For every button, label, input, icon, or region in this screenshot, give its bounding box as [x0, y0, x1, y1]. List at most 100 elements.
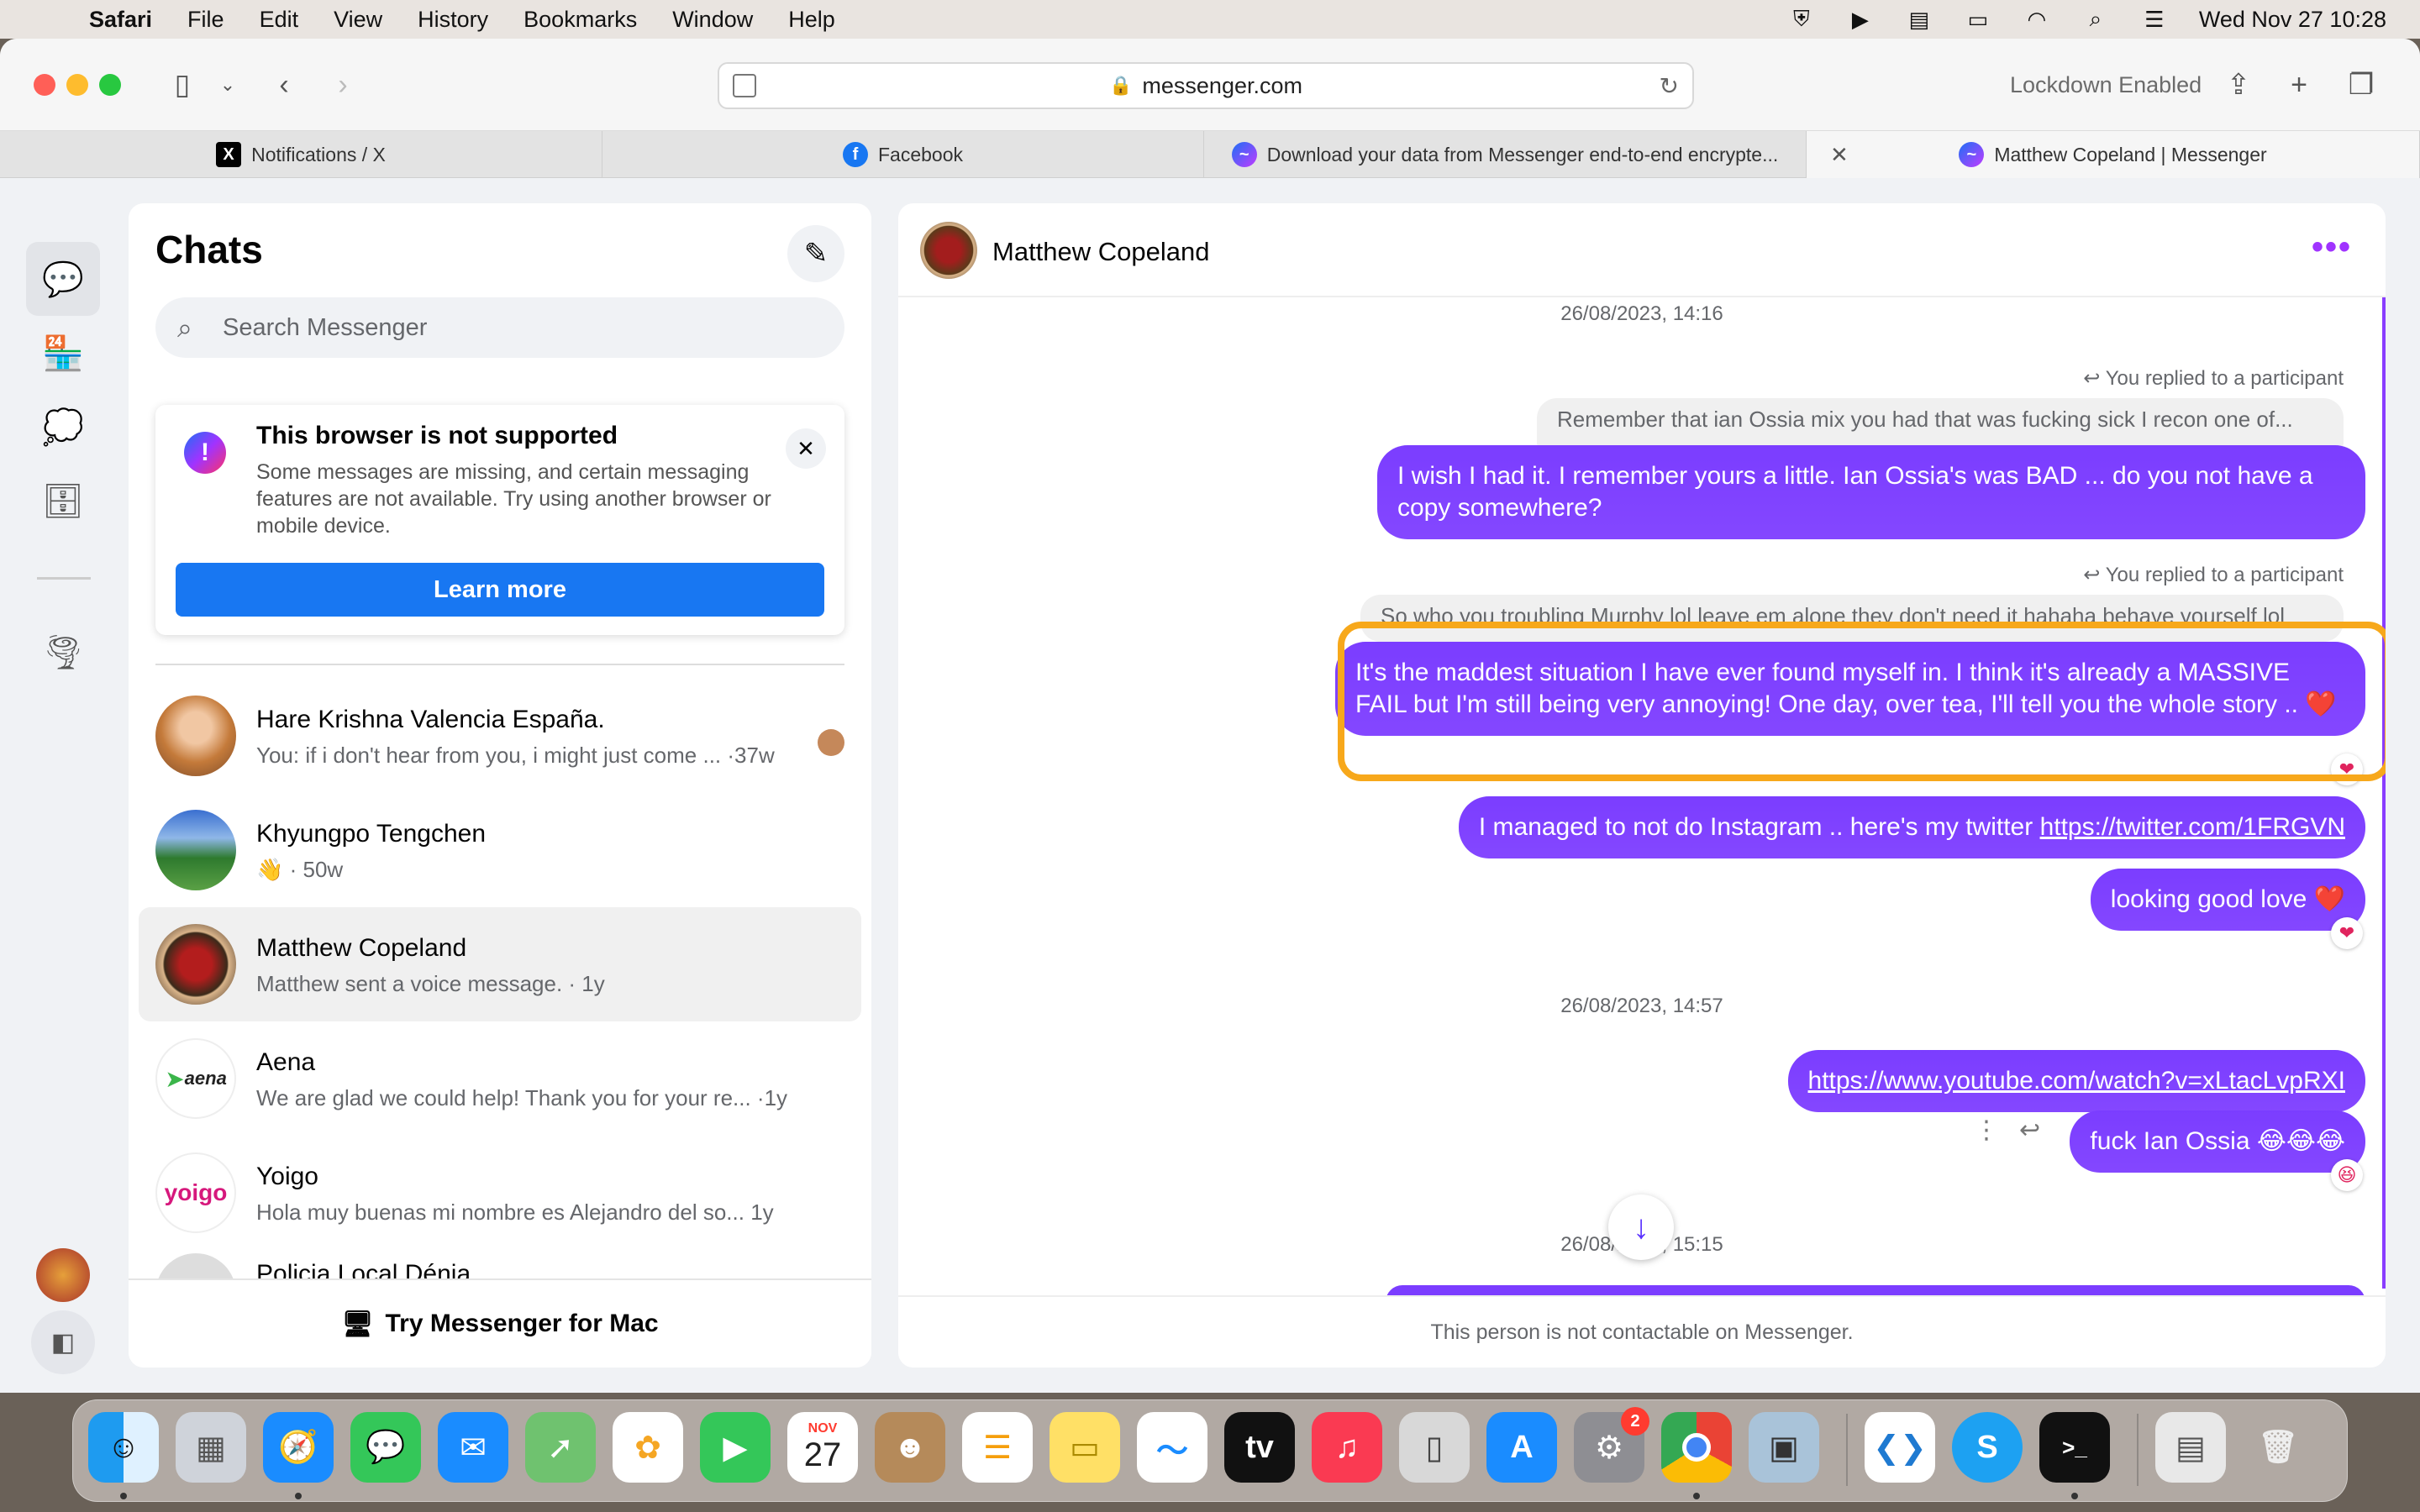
menu-edit[interactable]: Edit [260, 7, 299, 33]
terminal-app-icon[interactable]: >_ [2039, 1412, 2110, 1483]
chevron-down-icon[interactable]: ⌄ [215, 64, 240, 106]
menu-bookmarks[interactable]: Bookmarks [523, 7, 637, 33]
learn-more-button[interactable]: Learn more [176, 563, 824, 617]
contacts-app-icon[interactable]: ☻ [875, 1412, 945, 1483]
close-window-button[interactable] [34, 74, 55, 96]
twitter-link[interactable]: https://twitter.com/1FRGVN [2040, 813, 2345, 841]
new-message-icon[interactable]: ✎ [787, 225, 844, 282]
safari-app-icon[interactable]: 🧭 [263, 1412, 334, 1483]
collapse-sidebar-icon[interactable]: ◧ [31, 1310, 95, 1374]
new-tab-icon[interactable]: + [2282, 64, 2316, 106]
documents-stack-icon[interactable]: ▤ [2155, 1412, 2226, 1483]
app-store-app-icon[interactable]: A [1486, 1412, 1557, 1483]
menu-help[interactable]: Help [788, 7, 835, 33]
reminders-app-icon[interactable]: ☰ [962, 1412, 1033, 1483]
menu-history[interactable]: History [418, 7, 488, 33]
page-menu-icon[interactable] [733, 74, 756, 97]
skype-app-icon[interactable]: S [1952, 1412, 2023, 1483]
zoom-window-button[interactable] [99, 74, 121, 96]
tab-overview-icon[interactable]: ❐ [2343, 64, 2380, 106]
music-app-icon[interactable]: ♫ [1312, 1412, 1382, 1483]
timestamp: 26/08/2023, 14:16 [1560, 302, 1723, 325]
address-bar[interactable]: 🔒 messenger.com ↻ [718, 62, 1694, 109]
control-center-icon[interactable]: ☰ [2140, 7, 2169, 32]
avatar[interactable] [920, 222, 977, 279]
message-bubble[interactable]: I wish I had it. I remember yours a litt… [1377, 445, 2365, 539]
wifi-icon[interactable]: ◠ [2023, 7, 2051, 32]
notes-app-icon[interactable]: ▭ [1050, 1412, 1120, 1483]
unsupported-browser-notice: ! This browser is not supported Some mes… [155, 405, 844, 635]
preview-app-icon[interactable]: ▣ [1749, 1412, 1819, 1483]
laugh-reaction-icon[interactable]: 😆 [2331, 1159, 2363, 1191]
heart-reaction-icon[interactable]: ❤ [2331, 917, 2363, 949]
tab-x-notifications[interactable]: X Notifications / X [0, 131, 602, 178]
conversation-name[interactable]: Matthew Copeland [992, 237, 1210, 267]
message-more-icon[interactable]: ⋮ [1974, 1116, 1999, 1145]
more-options-icon[interactable]: ••• [2312, 228, 2352, 266]
list-item[interactable]: yoigo Yoigo Hola muy buenas mi nombre es… [139, 1136, 861, 1250]
trash-icon[interactable]: 🗑 [2243, 1412, 2313, 1483]
menu-file[interactable]: File [187, 7, 224, 33]
minimize-window-button[interactable] [66, 74, 88, 96]
search-input[interactable]: ⌕ Search Messenger [155, 297, 844, 358]
menu-clock[interactable]: Wed Nov 27 10:28 [2199, 7, 2386, 33]
facetime-app-icon[interactable]: ▶ [700, 1412, 771, 1483]
list-item[interactable]: Matthew Copeland Matthew sent a voice me… [139, 907, 861, 1021]
sidebar-toggle-icon[interactable]: ▯ [161, 64, 203, 106]
forward-button[interactable]: › [326, 64, 360, 106]
appletv-app-icon[interactable]: tv [1224, 1412, 1295, 1483]
menu-app-name[interactable]: Safari [89, 7, 152, 33]
maps-app-icon[interactable]: ➚ [525, 1412, 596, 1483]
calendar-app-icon[interactable]: NOV 27 [787, 1412, 858, 1483]
vpn-icon[interactable]: ⛨ [1787, 6, 1816, 31]
play-icon[interactable]: ▶ [1846, 7, 1875, 32]
requests-nav-icon[interactable]: 💭 [26, 390, 100, 464]
marketplace-nav-icon[interactable]: 🏪 [26, 316, 100, 390]
scrollbar[interactable] [2382, 297, 2386, 1289]
close-tab-icon[interactable]: ✕ [1830, 142, 1849, 168]
battery-icon[interactable]: ▭ [1964, 7, 1992, 32]
iphone-mirroring-app-icon[interactable]: ▯ [1399, 1412, 1470, 1483]
tab-matthew-messenger[interactable]: ✕ ~ Matthew Copeland | Messenger [1807, 131, 2420, 178]
memory-icon[interactable]: ▤ [1905, 7, 1933, 32]
profile-avatar[interactable] [26, 1238, 100, 1312]
reply-meta-text: You replied to a participant [2105, 367, 2344, 390]
list-item[interactable]: Hare Krishna Valencia España. You: if i … [139, 679, 861, 793]
chats-nav-icon[interactable]: 💬 [26, 242, 100, 316]
spotlight-search-icon[interactable]: ⌕ [2081, 6, 2110, 31]
message-bubble[interactable]: looking good love ❤️ [2090, 869, 2365, 931]
message-text: I managed to not do Instagram .. here's … [1478, 813, 2040, 841]
running-indicator [295, 1493, 302, 1499]
scroll-to-bottom-button[interactable]: ↓ [1608, 1194, 1674, 1260]
share-icon[interactable]: ⇪ [2222, 64, 2255, 106]
reply-icon[interactable]: ↩ [2019, 1116, 2040, 1145]
chrome-app-icon[interactable] [1661, 1412, 1732, 1483]
community-avatar[interactable]: 🌪 [26, 615, 100, 689]
vscode-app-icon[interactable]: ❮❯ [1865, 1412, 1935, 1483]
system-settings-app-icon[interactable]: ⚙ 2 [1574, 1407, 1649, 1483]
back-button[interactable]: ‹ [267, 64, 301, 106]
list-item[interactable]: Khyungpo Tengchen 👋 · 50w [139, 793, 861, 907]
close-icon[interactable]: ✕ [786, 428, 826, 469]
message-bubble[interactable]: https://www.youtube.com/watch?v=xLtacLvp… [1787, 1050, 2365, 1112]
reload-icon[interactable]: ↻ [1660, 72, 1679, 100]
reply-indicator: ↩ You replied to a participant [2083, 564, 2344, 586]
menu-window[interactable]: Window [672, 7, 753, 33]
running-indicator [1693, 1493, 1700, 1499]
youtube-link[interactable]: https://www.youtube.com/watch?v=xLtacLvp… [1808, 1067, 2345, 1095]
menu-view[interactable]: View [334, 7, 382, 33]
tab-label: Matthew Copeland | Messenger [1994, 143, 2267, 165]
mail-app-icon[interactable]: ✉ [438, 1412, 508, 1483]
freeform-app-icon[interactable]: 〜 [1137, 1412, 1207, 1483]
archive-nav-icon[interactable]: 🗄 [26, 464, 100, 538]
tab-facebook[interactable]: f Facebook [602, 131, 1204, 178]
finder-app-icon[interactable]: ☺ [88, 1412, 159, 1483]
messages-app-icon[interactable]: 💬 [350, 1412, 421, 1483]
list-item[interactable]: ➤ aena Aena We are glad we could help! Th… [139, 1021, 861, 1136]
launchpad-app-icon[interactable]: ▦ [176, 1412, 246, 1483]
try-messenger-mac-button[interactable]: 🖥 Try Messenger for Mac [129, 1278, 871, 1368]
message-bubble[interactable]: I managed to not do Instagram .. here's … [1458, 796, 2365, 858]
tab-download-data[interactable]: ~ Download your data from Messenger end-… [1204, 131, 1807, 178]
photos-app-icon[interactable]: ✿ [613, 1412, 683, 1483]
message-bubble[interactable]: fuck Ian Ossia 😂😂😂 [2070, 1110, 2365, 1173]
